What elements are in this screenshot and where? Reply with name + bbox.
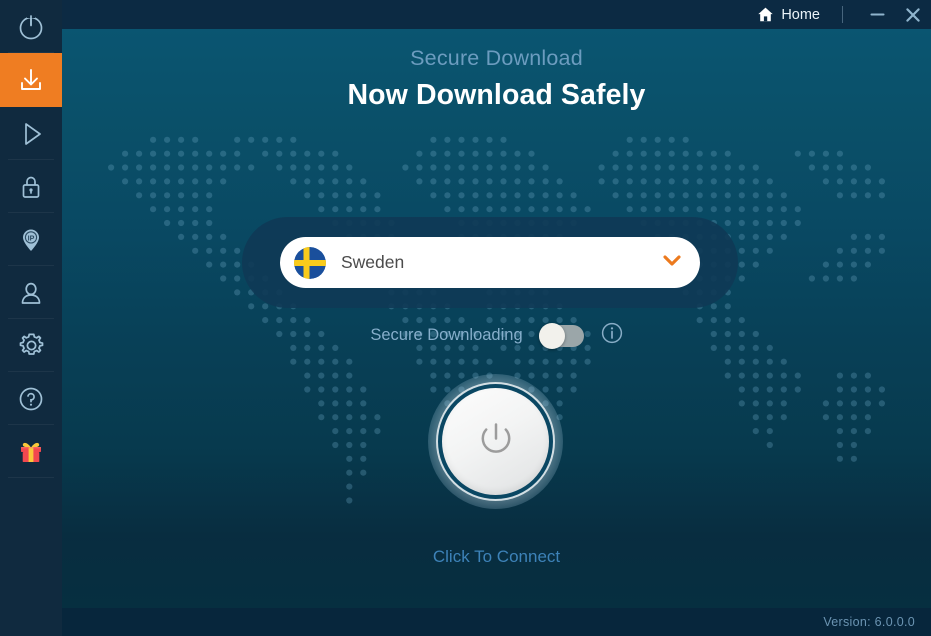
home-label: Home (781, 6, 820, 23)
info-icon[interactable] (601, 322, 623, 349)
page-title: Now Download Safely (347, 79, 646, 111)
minimize-button[interactable] (859, 0, 895, 29)
power-icon (15, 11, 47, 43)
sidebar-item-settings[interactable] (0, 319, 62, 372)
title-bar: Home (62, 0, 931, 29)
selected-country-label: Sweden (341, 252, 405, 272)
main-content: Secure Download Now Download Safely Swed… (62, 29, 931, 608)
sidebar-item-streaming[interactable] (0, 107, 62, 160)
sidebar-item-power[interactable] (0, 0, 62, 53)
close-button[interactable] (895, 0, 931, 29)
play-icon (16, 119, 46, 149)
gift-icon (15, 436, 47, 468)
secure-downloading-label: Secure Downloading (370, 326, 523, 344)
sidebar: IP (0, 0, 62, 636)
vpn-app-window: IP Home Secure Download Now Download Saf… (0, 0, 931, 636)
country-selector[interactable]: Sweden (280, 237, 700, 288)
version-label: Version: 6.0.0.0 (823, 615, 915, 629)
home-button[interactable]: Home (753, 6, 824, 23)
sweden-flag-icon (294, 246, 326, 279)
power-button-face (442, 388, 549, 495)
sidebar-item-account[interactable] (0, 266, 62, 319)
question-icon (16, 384, 46, 414)
download-icon (16, 65, 46, 95)
ip-pin-icon: IP (16, 225, 46, 255)
toggle-knob (538, 322, 565, 349)
close-icon (904, 6, 922, 24)
secure-downloading-toggle[interactable] (538, 322, 584, 349)
user-icon (16, 278, 46, 308)
svg-text:IP: IP (28, 233, 35, 242)
sidebar-item-ip[interactable]: IP (0, 213, 62, 266)
minimize-icon (869, 6, 886, 23)
connect-power-button[interactable] (428, 374, 563, 509)
footer-bar: Version: 6.0.0.0 (62, 608, 931, 636)
gear-icon (16, 330, 47, 361)
sidebar-item-security[interactable] (0, 160, 62, 213)
sidebar-item-help[interactable] (0, 372, 62, 425)
click-to-connect-label[interactable]: Click To Connect (62, 547, 931, 567)
page-subtitle: Secure Download (410, 46, 583, 70)
sidebar-item-gift[interactable] (0, 425, 62, 478)
titlebar-divider (842, 6, 843, 23)
home-icon (757, 6, 774, 23)
power-icon (469, 412, 523, 471)
heading-group: Secure Download Now Download Safely (62, 46, 931, 112)
secure-downloading-row: Secure Downloading (62, 322, 931, 349)
sidebar-item-download[interactable] (0, 53, 62, 107)
chevron-down-icon[interactable] (660, 248, 684, 277)
lock-icon (16, 172, 46, 202)
